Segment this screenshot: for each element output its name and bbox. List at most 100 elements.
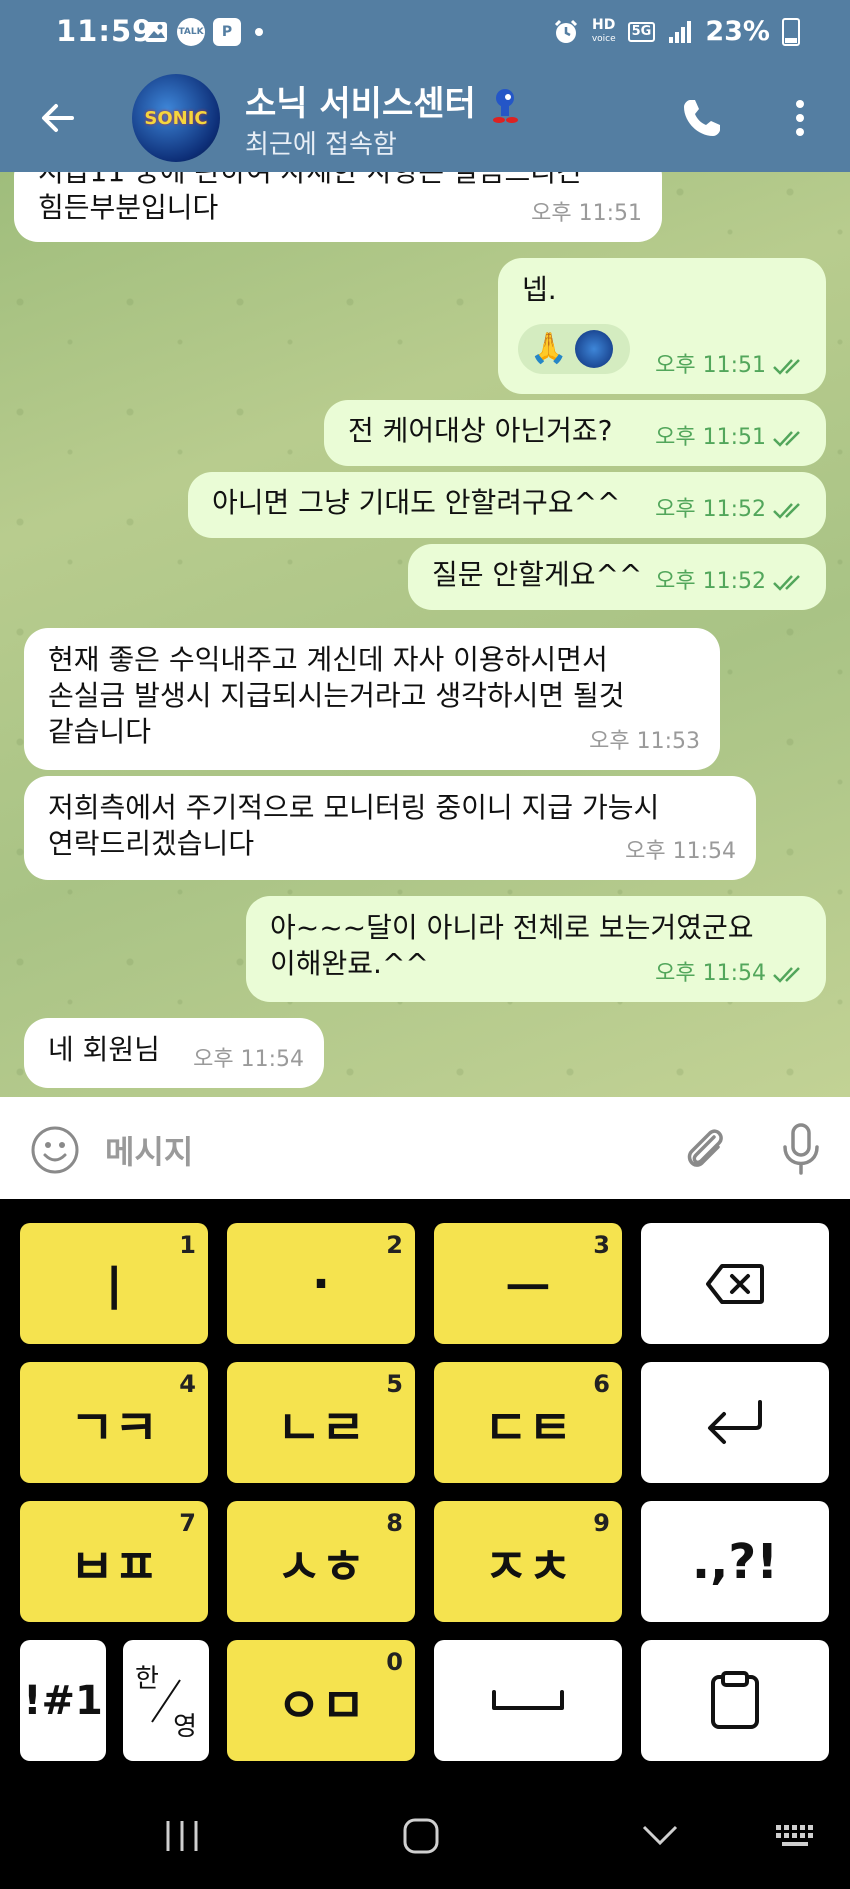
sonic-mini-icon	[575, 330, 614, 368]
message-time: 오후 11:52	[655, 492, 806, 528]
punctuation-key[interactable]: .,?!	[641, 1501, 829, 1622]
key-digeut[interactable]: ㄷㅌ 6	[434, 1362, 622, 1483]
hide-keyboard-icon[interactable]	[640, 1823, 680, 1847]
read-ticks-icon	[773, 575, 800, 591]
message-time: 오후 11:53	[589, 724, 700, 760]
key-label: ㄴㄹ	[276, 1399, 366, 1456]
voice-label: voice	[591, 33, 616, 44]
message-time: 오후 11:51	[655, 420, 806, 456]
key-number: 6	[593, 1370, 610, 1398]
key-number: 3	[593, 1231, 610, 1259]
chat-subtitle: 최근에 접속함	[245, 130, 397, 160]
message-input-bar: 메시지	[0, 1097, 850, 1199]
key-vowel-eu[interactable]: ㅡ3	[434, 1223, 622, 1344]
back-arrow-icon[interactable]	[36, 96, 80, 140]
status-time: 11:59	[56, 14, 154, 48]
lang-bottom-label: 영	[173, 1712, 197, 1742]
key-number: 9	[593, 1509, 610, 1537]
key-giyeok[interactable]: ㄱㅋ 4	[20, 1362, 208, 1483]
pray-emoji: 🙏	[530, 331, 568, 366]
message-bubble-incoming[interactable]: 지급11 중에 관하여 자세한 사항은 말씀드리긴 힘든부분입니다 오후 11:…	[14, 172, 662, 242]
message-time-text: 오후 11:54	[193, 1047, 304, 1072]
key-label: ㄷㅌ	[483, 1399, 573, 1456]
clipboard-icon	[711, 1670, 759, 1729]
key-jieut[interactable]: ㅈㅊ 9	[434, 1501, 622, 1622]
emoji-stickers: 🙏	[518, 324, 630, 374]
key-label: !#1	[23, 1677, 103, 1724]
key-ieung[interactable]: ㅇㅁ 0	[227, 1640, 415, 1761]
message-time-text: 오후 11:52	[655, 569, 766, 594]
key-bieup[interactable]: ㅂㅍ 7	[20, 1501, 208, 1622]
message-bubble-outgoing[interactable]: 아~~~달이 아니라 전체로 보는거였군요 이해완료.^^ 오후 11:54	[246, 896, 826, 1002]
read-ticks-icon	[773, 503, 800, 519]
message-bubble-incoming[interactable]: 현재 좋은 수익내주고 계신데 자사 이용하시면서 손실금 발생시 지급되시는거…	[24, 628, 720, 770]
key-number: 5	[386, 1370, 403, 1398]
backspace-key[interactable]	[641, 1223, 829, 1344]
mic-icon[interactable]	[778, 1121, 824, 1177]
signal-icon	[669, 20, 692, 43]
chat-title-text: 소닉 서비스센터	[245, 84, 476, 124]
avatar[interactable]: SONIC	[132, 74, 220, 162]
key-nieun[interactable]: ㄴㄹ 5	[227, 1362, 415, 1483]
message-time: 오후 11:54	[655, 956, 806, 992]
enter-key[interactable]	[641, 1362, 829, 1483]
message-time: 오후 11:51	[655, 348, 806, 384]
symbols-key[interactable]: !#1	[20, 1640, 106, 1761]
message-input[interactable]: 메시지	[105, 1127, 193, 1173]
key-label: ㅇㅁ	[276, 1677, 366, 1734]
keyboard-switch-icon[interactable]	[774, 1821, 816, 1851]
top-bar: 11:59 TALK P HD voice 5G 23% SONIC 소닉 서비스…	[0, 0, 850, 172]
space-icon	[492, 1689, 564, 1710]
key-label: ·	[311, 1255, 331, 1312]
battery-icon	[782, 17, 800, 46]
system-nav-bar	[0, 1779, 850, 1889]
notification-icons: TALK P	[143, 18, 263, 46]
clipboard-key[interactable]	[641, 1640, 829, 1761]
message-time-text: 오후 11:54	[625, 839, 736, 864]
key-label: ㅈㅊ	[483, 1538, 573, 1595]
more-notifications-dot	[255, 28, 263, 36]
recent-apps-icon[interactable]	[164, 1819, 200, 1853]
key-label: ㅡ	[505, 1260, 551, 1317]
network-icon: 5G	[627, 21, 656, 42]
message-time-text: 오후 11:51	[531, 201, 642, 226]
message-time: 오후 11:52	[655, 564, 806, 600]
language-switch-key[interactable]: 한 영	[123, 1640, 209, 1761]
message-time-text: 오후 11:52	[655, 497, 766, 522]
key-number: 7	[179, 1509, 196, 1537]
chat-title[interactable]: 소닉 서비스센터	[245, 76, 522, 126]
message-time-text: 오후 11:51	[655, 425, 766, 450]
message-bubble-outgoing[interactable]: 질문 안할게요^^ 오후 11:52	[408, 544, 826, 610]
keyboard: ㅣ1 · 2 ㅡ3 ㄱㅋ 4 ㄴㄹ 5 ㄷㅌ 6 ㅂㅍ 7 ㅅㅎ 8 ㅈㅊ 9 .,?! !#…	[0, 1199, 850, 1779]
more-vert-icon[interactable]	[790, 96, 810, 140]
message-bubble-outgoing[interactable]: 넵. 🙏 오후 11:51	[498, 258, 826, 394]
message-bubble-incoming[interactable]: 저희측에서 주기적으로 모니터링 중이니 지급 가능시 연락드리겠습니다 오후 …	[24, 776, 756, 880]
message-bubble-outgoing[interactable]: 아니면 그냥 기대도 안할려구요^^ 오후 11:52	[188, 472, 826, 538]
message-bubble-outgoing[interactable]: 전 케어대상 아닌거죠? 오후 11:51	[324, 400, 826, 466]
hd-label: HD	[592, 16, 616, 33]
emoji-icon[interactable]	[30, 1125, 80, 1175]
key-label: ㅅㅎ	[276, 1538, 366, 1595]
key-dot[interactable]: · 2	[227, 1223, 415, 1344]
space-key[interactable]	[434, 1640, 622, 1761]
chat-area[interactable]: 지급11 중에 관하여 자세한 사항은 말씀드리긴 힘든부분입니다 오후 11:…	[0, 172, 850, 1097]
message-time-text: 오후 11:53	[589, 729, 700, 754]
message-bubble-incoming[interactable]: 네 회원님 오후 11:54	[24, 1018, 324, 1088]
attach-icon[interactable]	[680, 1123, 728, 1175]
alarm-icon	[554, 19, 577, 43]
home-icon[interactable]	[402, 1817, 440, 1855]
key-number: 8	[386, 1509, 403, 1537]
key-number: 2	[386, 1231, 403, 1259]
sonic-sticker-icon	[492, 88, 518, 123]
hd-voice-icon: HD voice	[592, 18, 616, 46]
battery-percent: 23%	[705, 16, 770, 47]
key-number: 0	[386, 1648, 403, 1676]
key-siot[interactable]: ㅅㅎ 8	[227, 1501, 415, 1622]
message-text: 넵.	[522, 273, 557, 306]
key-label: ㅣ	[91, 1260, 137, 1317]
phone-icon[interactable]	[678, 94, 726, 142]
chat-header: SONIC 소닉 서비스센터 최근에 접속함	[0, 68, 850, 172]
image-icon	[145, 22, 167, 42]
key-vowel-i[interactable]: ㅣ1	[20, 1223, 208, 1344]
message-time: 오후 11:54	[625, 834, 736, 870]
